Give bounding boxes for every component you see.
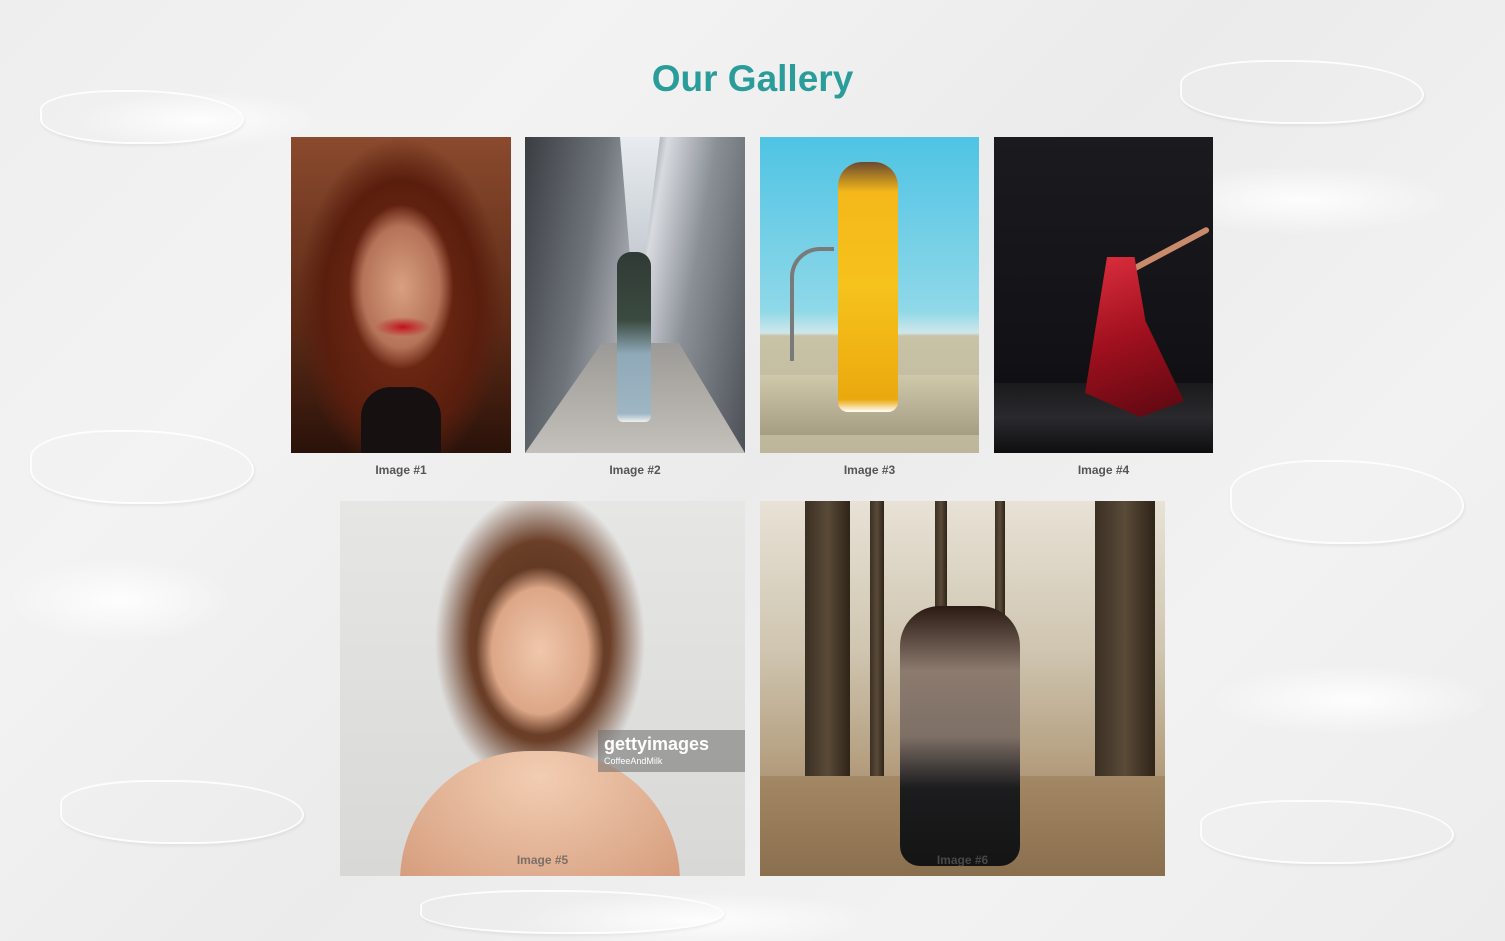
background-texture [1200, 800, 1454, 864]
gallery-caption-4: Image #4 [1077, 463, 1130, 477]
gallery-caption-6: Image #6 [936, 853, 989, 867]
portrait-photo [291, 137, 511, 453]
background-texture [30, 430, 254, 504]
beauty-portrait-photo: gettyimages CoffeeAndMilk [340, 501, 745, 876]
gallery-image-4[interactable] [994, 137, 1213, 453]
architecture-photo [525, 137, 745, 453]
watermark: gettyimages CoffeeAndMilk [598, 730, 745, 772]
background-texture [420, 890, 724, 934]
gallery-image-1[interactable] [291, 137, 511, 453]
gallery-caption-2: Image #2 [609, 463, 661, 477]
background-texture [1230, 460, 1464, 544]
gallery-image-5[interactable]: gettyimages CoffeeAndMilk Image #5 [340, 501, 745, 876]
dancer-photo [994, 137, 1213, 453]
gallery-image-6[interactable]: Image #6 [760, 501, 1165, 876]
gallery-image-2[interactable] [525, 137, 745, 453]
gallery-image-3[interactable] [760, 137, 979, 453]
page-title: Our Gallery [651, 58, 854, 99]
gallery-page: { "page": { "title": "Our Gallery", "acc… [0, 0, 1505, 941]
forest-photo [760, 501, 1165, 876]
watermark-text: gettyimages [604, 734, 710, 754]
yellow-outfit-photo [760, 137, 979, 453]
background-texture [60, 780, 304, 844]
gallery-caption-3: Image #3 [843, 463, 896, 477]
gallery-caption-5: Image #5 [516, 853, 569, 867]
gallery-caption-1: Image #1 [375, 463, 427, 477]
watermark-credit: CoffeeAndMilk [604, 756, 663, 766]
